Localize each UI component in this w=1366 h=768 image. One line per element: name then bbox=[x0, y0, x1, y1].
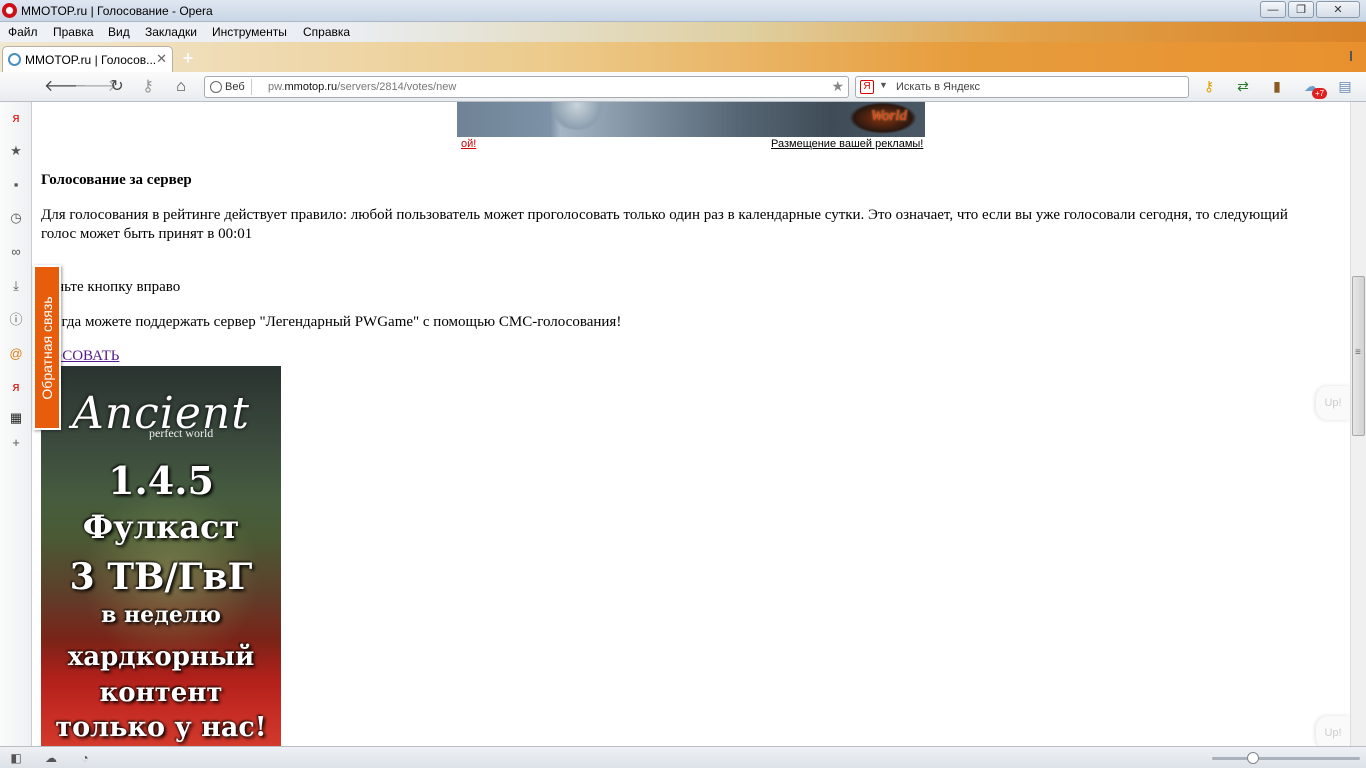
mail-panel-icon[interactable]: ▤ bbox=[1336, 77, 1354, 95]
banner-logo-text: World bbox=[870, 108, 907, 124]
globe-icon bbox=[210, 81, 222, 93]
tab-list-icon[interactable] bbox=[1350, 51, 1360, 61]
feedback-tab[interactable]: Обратная связь bbox=[33, 265, 61, 430]
wand-key-icon[interactable]: ⚷ bbox=[1200, 77, 1218, 95]
address-badge-label: Веб bbox=[225, 81, 245, 93]
tab-label: MMOTOP.ru | Голосов... bbox=[25, 53, 157, 67]
star-icon[interactable]: ★ bbox=[831, 78, 844, 95]
opera-logo-icon[interactable] bbox=[2, 3, 17, 18]
zoom-slider-handle[interactable] bbox=[1247, 752, 1259, 764]
navigation-toolbar: 🡐 🡒 ↻ ⚷ ⌂ Веб pw.mmotop.ru/servers/2814/… bbox=[0, 72, 1366, 102]
notes-book-icon[interactable]: ▮ bbox=[1268, 77, 1286, 95]
page-content: World ой! Размещение вашей рекламы! Голо… bbox=[33, 102, 1350, 746]
notification-badge: +7 bbox=[1312, 88, 1328, 99]
scroll-up-button[interactable]: Up! bbox=[1316, 386, 1350, 420]
yandex-search-icon[interactable]: Я bbox=[860, 80, 874, 94]
yandex-bar-icon[interactable]: я bbox=[8, 379, 24, 395]
ad-link-left[interactable]: ой! bbox=[461, 138, 476, 150]
chevron-down-icon[interactable]: ▼ bbox=[879, 80, 888, 90]
menu-view[interactable]: Вид bbox=[108, 25, 130, 39]
server-promo-banner[interactable]: Ancient perfect world 1.4.5 Фулкаст 3 ТВ… bbox=[41, 366, 281, 746]
ad-placement-link[interactable]: Размещение вашей рекламы! bbox=[771, 138, 923, 150]
menu-bookmarks[interactable]: Закладки bbox=[145, 25, 197, 39]
sms-vote-text: всегда можете поддержать сервер "Легенда… bbox=[41, 314, 622, 330]
zoom-slider[interactable] bbox=[1212, 757, 1360, 760]
info-icon[interactable]: ⓘ bbox=[8, 312, 24, 328]
promo-subtitle: perfect world bbox=[149, 426, 214, 440]
unite-cloud-icon[interactable]: ☁ bbox=[43, 750, 59, 766]
links-icon[interactable]: ∞ bbox=[8, 244, 24, 260]
minimize-button[interactable]: — bbox=[1260, 1, 1286, 18]
window-controls: — ❐ ✕ bbox=[1260, 1, 1360, 18]
window-title: MMOTOP.ru | Голосование - Opera bbox=[21, 4, 213, 18]
address-bar[interactable]: Веб pw.mmotop.ru/servers/2814/votes/new … bbox=[204, 76, 849, 98]
notes-icon[interactable]: ▪ bbox=[8, 177, 24, 193]
menu-file[interactable]: Файл bbox=[8, 25, 38, 39]
tab-close-icon[interactable]: ✕ bbox=[156, 51, 167, 67]
scroll-up-button-bottom[interactable]: Up! bbox=[1316, 716, 1350, 746]
search-box[interactable]: Я ▼ Искать в Яндекс bbox=[855, 76, 1189, 98]
promo-line: 3 ТВ/ГвГ bbox=[69, 556, 253, 598]
address-security-badge[interactable]: Веб bbox=[207, 79, 252, 95]
promo-line: контент bbox=[99, 678, 223, 708]
title-bar: MMOTOP.ru | Голосование - Opera — ❐ ✕ bbox=[0, 0, 1366, 22]
history-icon[interactable]: ◷ bbox=[8, 210, 24, 226]
tab-mmotop[interactable]: MMOTOP.ru | Голосов... ✕ bbox=[2, 46, 173, 72]
close-window-button[interactable]: ✕ bbox=[1316, 1, 1360, 18]
page-title: Голосование за сервер bbox=[41, 172, 192, 188]
key-icon[interactable]: ⚷ bbox=[138, 77, 158, 97]
menu-help[interactable]: Справка bbox=[303, 25, 350, 39]
promo-line: только у нас! bbox=[55, 712, 267, 743]
forward-arrow-icon[interactable]: 🡒 bbox=[74, 77, 117, 97]
menu-bar: Файл Правка Вид Закладки Инструменты Спр… bbox=[0, 22, 1366, 42]
promo-line: в неделю bbox=[101, 602, 221, 628]
vote-rule-text: Для голосования в рейтинге действует пра… bbox=[41, 207, 1288, 242]
vertical-scrollbar[interactable] bbox=[1350, 102, 1366, 746]
back-arrow-icon[interactable]: 🡐 bbox=[44, 77, 87, 97]
tab-bar: MMOTOP.ru | Голосов... ✕ + bbox=[0, 42, 1366, 72]
translate-icon[interactable]: ⇄ bbox=[1234, 77, 1252, 95]
promo-version: 1.4.5 bbox=[108, 458, 214, 503]
panel-toggle-icon[interactable]: ◧ bbox=[8, 750, 24, 766]
ad-banner[interactable]: World bbox=[457, 102, 925, 137]
menu-edit[interactable]: Правка bbox=[53, 25, 94, 39]
promo-line: Фулкаст bbox=[82, 508, 240, 546]
reload-icon[interactable]: ↻ bbox=[107, 77, 127, 97]
home-icon[interactable]: ⌂ bbox=[171, 77, 191, 97]
turbo-icon[interactable]: ◔ bbox=[77, 750, 93, 766]
maximize-button[interactable]: ❐ bbox=[1288, 1, 1314, 18]
film-icon[interactable]: ▦ bbox=[8, 410, 24, 426]
feedback-label: Обратная связь bbox=[39, 295, 55, 400]
menu-tools[interactable]: Инструменты bbox=[212, 25, 287, 39]
slide-instruction: виньте кнопку вправо bbox=[41, 279, 181, 295]
new-tab-button[interactable]: + bbox=[178, 49, 198, 69]
mail-icon[interactable]: @ bbox=[8, 346, 24, 362]
search-input[interactable]: Искать в Яндекс bbox=[896, 81, 980, 93]
site-favicon-icon bbox=[8, 53, 21, 66]
bookmarks-star-icon[interactable]: ★ bbox=[8, 143, 24, 159]
address-url[interactable]: pw.mmotop.ru/servers/2814/votes/new bbox=[268, 81, 456, 93]
promo-line: хардкорный bbox=[67, 642, 255, 672]
status-bar: ◧ ☁ ◔ bbox=[0, 746, 1366, 768]
scroll-thumb[interactable] bbox=[1352, 276, 1365, 436]
yandex-icon[interactable]: я bbox=[8, 110, 24, 126]
add-panel-icon[interactable]: + bbox=[8, 435, 24, 451]
side-panel: я ★ ▪ ◷ ∞ ⤓ ⓘ @ я ▦ + bbox=[0, 102, 32, 746]
downloads-icon[interactable]: ⤓ bbox=[8, 278, 24, 294]
banner-moon-image bbox=[547, 102, 607, 130]
